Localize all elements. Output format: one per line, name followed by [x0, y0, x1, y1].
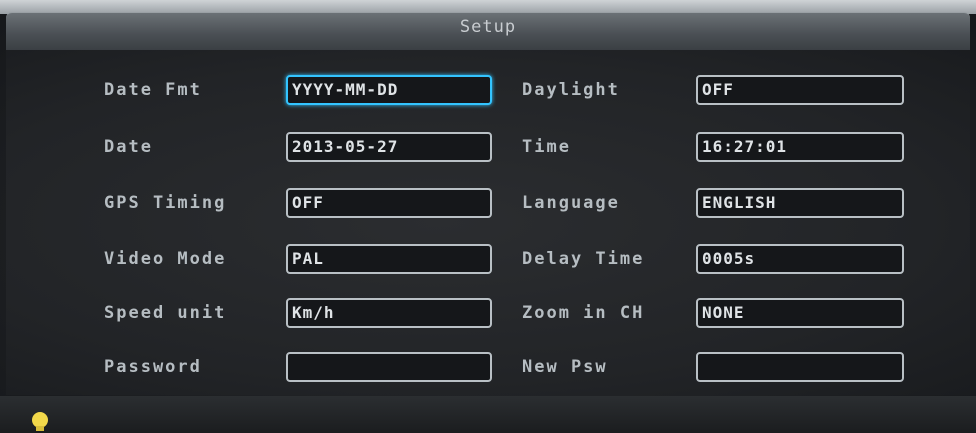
date-label: Date [104, 137, 153, 157]
password-field[interactable] [286, 352, 492, 382]
settings-row-gps-timing: GPS Timing OFF Language ENGLISH [0, 186, 976, 220]
date-fmt-field[interactable]: YYYY-MM-DD [286, 75, 492, 105]
settings-row-video-mode: Video Mode PAL Delay Time 0005s [0, 242, 976, 276]
gps-timing-field[interactable]: OFF [286, 188, 492, 218]
gps-timing-label: GPS Timing [104, 193, 227, 213]
speed-unit-field[interactable]: Km/h [286, 298, 492, 328]
daylight-label: Daylight [522, 80, 620, 100]
date-fmt-label: Date Fmt [104, 80, 202, 100]
dvr-setup-screen: Setup Date Fmt YYYY-MM-DD Daylight OFF D… [0, 0, 976, 433]
video-mode-field[interactable]: PAL [286, 244, 492, 274]
new-psw-field[interactable] [696, 352, 904, 382]
new-psw-label: New Psw [522, 357, 608, 377]
language-label: Language [522, 193, 620, 213]
delay-time-label: Delay Time [522, 249, 645, 269]
daylight-field[interactable]: OFF [696, 75, 904, 105]
zoom-in-ch-label: Zoom in CH [522, 303, 645, 323]
settings-row-password: Password New Psw [0, 350, 976, 384]
speed-unit-label: Speed unit [104, 303, 227, 323]
time-label: Time [522, 137, 571, 157]
time-field[interactable]: 16:27:01 [696, 132, 904, 162]
language-field[interactable]: ENGLISH [696, 188, 904, 218]
password-label: Password [104, 357, 202, 377]
delay-time-field[interactable]: 0005s [696, 244, 904, 274]
video-mode-label: Video Mode [104, 249, 227, 269]
status-bar [0, 396, 976, 433]
zoom-in-ch-field[interactable]: NONE [696, 298, 904, 328]
settings-row-date: Date 2013-05-27 Time 16:27:01 [0, 130, 976, 164]
lightbulb-icon [32, 412, 48, 431]
date-field[interactable]: 2013-05-27 [286, 132, 492, 162]
settings-row-speed-unit: Speed unit Km/h Zoom in CH NONE [0, 296, 976, 330]
page-title: Setup [459, 17, 517, 37]
settings-row-date-fmt: Date Fmt YYYY-MM-DD Daylight OFF [0, 73, 976, 107]
